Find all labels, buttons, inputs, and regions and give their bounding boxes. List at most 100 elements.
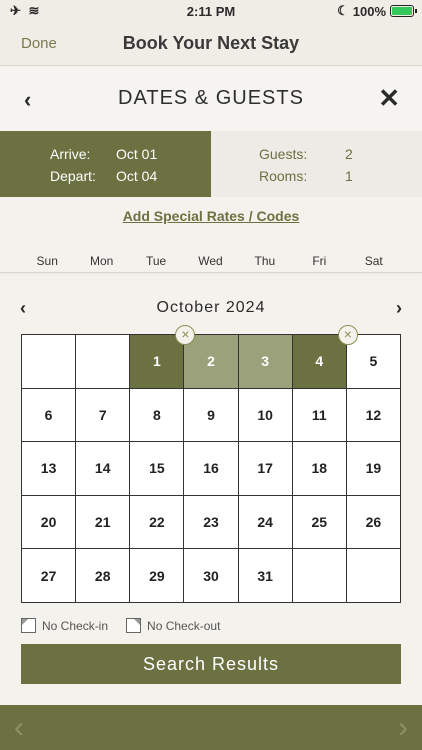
calendar-day-7[interactable]: 7	[76, 388, 131, 443]
add-special-rates-link[interactable]: Add Special Rates / Codes	[0, 208, 422, 224]
day-number: 28	[94, 567, 111, 584]
calendar-day-25[interactable]: 25	[292, 495, 347, 550]
arrive-value: Oct 01	[116, 146, 158, 162]
calendar-day-2[interactable]: 2	[184, 335, 239, 389]
rooms-value: 1	[345, 168, 353, 184]
day-number: 27	[40, 567, 57, 584]
arrive-row: Arrive: Oct 01	[50, 146, 157, 162]
weekday-tue: Tue	[145, 254, 167, 268]
calendar-day-28[interactable]: 28	[76, 549, 131, 603]
legend-no-checkout: No Check-out	[126, 618, 220, 633]
weekday-sat: Sat	[364, 254, 383, 268]
day-number: 11	[311, 406, 327, 423]
nav-bar: Done Book Your Next Stay	[0, 22, 422, 66]
day-number: 8	[152, 406, 161, 423]
arrive-label: Arrive:	[50, 146, 91, 162]
calendar-empty-cell	[22, 335, 77, 389]
calendar-day-14[interactable]: 14	[76, 442, 131, 496]
weekday-mon: Mon	[89, 254, 114, 268]
selection-marker-icon[interactable]: ×	[337, 325, 358, 345]
calendar-day-10[interactable]: 10	[238, 388, 293, 443]
calendar-day-27[interactable]: 27	[22, 549, 77, 603]
day-number: 3	[261, 353, 270, 370]
day-number: 9	[207, 406, 215, 423]
day-number: 29	[149, 567, 165, 584]
calendar-day-21[interactable]: 21	[76, 495, 131, 550]
battery-icon	[390, 5, 417, 17]
calendar-day-4[interactable]: 4 ×	[292, 325, 358, 389]
day-number: 17	[257, 460, 273, 477]
day-number: 21	[94, 514, 111, 531]
calendar-day-5[interactable]: 5	[346, 335, 401, 389]
weekday-sun: Sun	[36, 254, 58, 268]
day-number: 6	[44, 406, 53, 423]
legend-no-checkin: No Check-in	[21, 618, 108, 633]
calendar-day-15[interactable]: 15	[130, 442, 185, 496]
calendar-day-19[interactable]: 19	[346, 442, 401, 496]
day-number: 30	[203, 567, 219, 584]
calendar-day-3[interactable]: 3	[238, 335, 293, 389]
calendar-day-17[interactable]: 17	[238, 442, 293, 496]
calendar-day-30[interactable]: 30	[184, 549, 239, 603]
day-number: 18	[311, 460, 328, 477]
guests-row: Guests: 2	[259, 146, 353, 162]
calendar-day-16[interactable]: 16	[184, 442, 239, 496]
calendar-day-8[interactable]: 8	[130, 388, 185, 443]
day-number: 22	[149, 514, 165, 531]
day-number: 31	[257, 567, 273, 584]
rooms-row: Rooms: 1	[259, 168, 353, 184]
calendar-day-24[interactable]: 24	[238, 495, 293, 550]
day-number: 5	[369, 353, 378, 370]
day-number: 23	[203, 514, 219, 531]
legend: No Check-in No Check-out	[21, 618, 220, 633]
depart-label: Depart:	[50, 168, 96, 184]
day-number: 26	[365, 514, 382, 531]
browser-back-icon[interactable]: ‹	[14, 711, 24, 745]
divider	[0, 272, 422, 273]
calendar-day-29[interactable]: 29	[130, 549, 185, 603]
weekday-fri: Fri	[312, 254, 327, 268]
weekday-wed: Wed	[198, 254, 223, 268]
calendar-day-9[interactable]: 9	[184, 388, 239, 443]
calendar-day-31[interactable]: 31	[238, 549, 293, 603]
guests-summary[interactable]: Guests: 2 Rooms: 1	[211, 131, 422, 197]
nav-title: Book Your Next Stay	[122, 33, 300, 53]
calendar-day-11[interactable]: 11	[292, 388, 347, 443]
day-number: 14	[94, 460, 111, 477]
moon-icon: ☾	[337, 3, 349, 18]
close-icon[interactable]: ✕	[378, 83, 400, 114]
calendar-day-1[interactable]: 1 ×	[130, 325, 196, 389]
rooms-label: Rooms:	[259, 168, 308, 184]
dates-summary[interactable]: Arrive: Oct 01 Depart: Oct 04	[0, 131, 211, 197]
day-number: 13	[40, 460, 57, 477]
calendar-day-20[interactable]: 20	[22, 495, 77, 550]
battery-percent: 100%	[352, 3, 386, 19]
calendar-empty-cell	[346, 549, 401, 603]
day-number: 4	[315, 353, 324, 370]
day-number: 19	[365, 460, 382, 477]
day-number: 15	[149, 460, 165, 477]
next-month-icon[interactable]: ›	[396, 298, 402, 319]
no-checkout-icon	[126, 618, 142, 633]
calendar-day-26[interactable]: 26	[346, 495, 401, 550]
calendar-day-23[interactable]: 23	[184, 495, 239, 550]
status-bar: ✈ ≋ 2:11 PM ☾ 100%	[0, 0, 422, 22]
calendar-day-13[interactable]: 13	[22, 442, 77, 496]
calendar-empty-cell	[76, 335, 131, 389]
weekday-thu: Thu	[254, 254, 276, 268]
dates-guests-header: ‹ DATES & GUESTS ✕	[0, 67, 422, 131]
search-results-button[interactable]: Search Results	[21, 644, 401, 684]
calendar-day-12[interactable]: 12	[346, 388, 401, 443]
day-number: 10	[257, 406, 273, 423]
calendar-day-22[interactable]: 22	[130, 495, 185, 550]
no-checkin-label: No Check-in	[42, 618, 109, 633]
day-number: 12	[365, 406, 382, 423]
day-number: 7	[98, 406, 107, 423]
day-number: 25	[311, 514, 328, 531]
calendar-day-18[interactable]: 18	[292, 442, 347, 496]
browser-forward-icon[interactable]: ›	[398, 711, 408, 745]
no-checkin-icon	[21, 618, 36, 633]
day-number: 2	[207, 353, 215, 370]
calendar-day-6[interactable]: 6	[22, 388, 77, 443]
day-number: 20	[40, 514, 57, 531]
